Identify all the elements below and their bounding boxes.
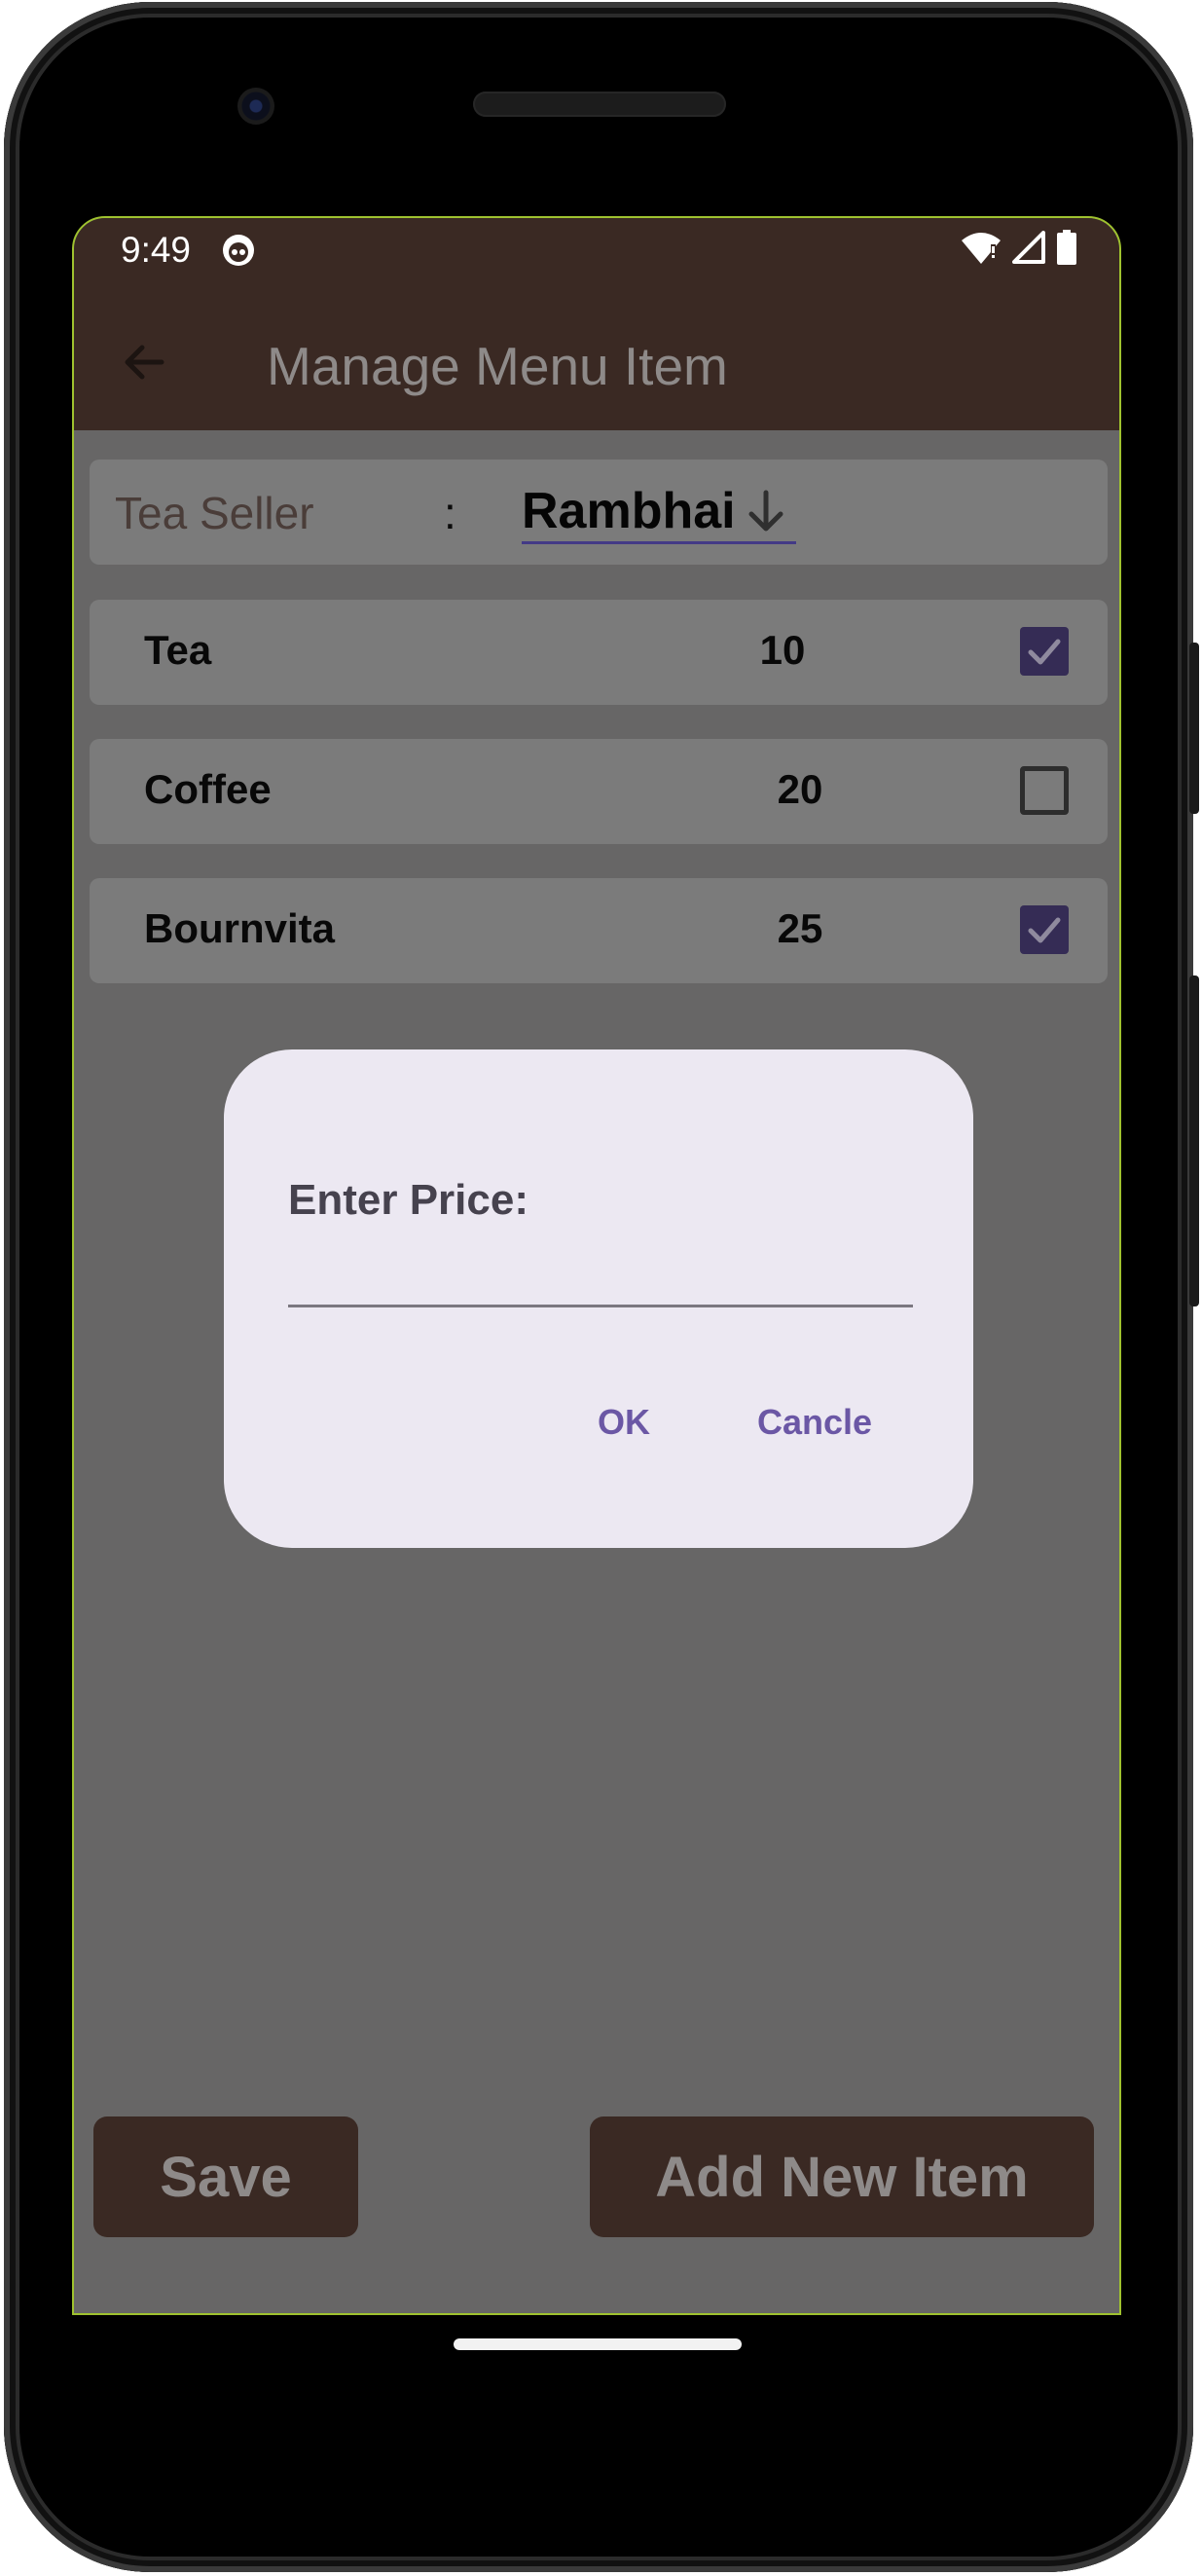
menu-item-checkbox[interactable] — [1020, 766, 1069, 815]
checkmark-icon — [1028, 639, 1061, 665]
ok-button[interactable]: OK — [598, 1402, 650, 1443]
menu-item-checkbox[interactable] — [1020, 627, 1069, 676]
add-new-item-button[interactable]: Add New Item — [590, 2116, 1094, 2237]
cancel-button[interactable]: Cancle — [757, 1402, 872, 1443]
seller-separator: : — [444, 488, 456, 538]
home-indicator[interactable] — [454, 2338, 742, 2350]
app-bar: Manage Menu Item — [74, 292, 1119, 430]
volume-button — [1189, 975, 1199, 1306]
menu-item-price: 20 — [777, 766, 823, 812]
app-notification-icon — [223, 235, 254, 266]
status-time: 9:49 — [121, 230, 192, 270]
arrow-down-icon — [748, 490, 783, 532]
seller-label: Tea Seller — [115, 488, 314, 538]
menu-item-row[interactable]: Coffee 20 — [90, 739, 1108, 844]
save-button[interactable]: Save — [93, 2116, 358, 2237]
status-bar: 9:49 — [74, 218, 1119, 292]
dialog-title: Enter Price: — [288, 1176, 528, 1224]
battery-icon — [1057, 230, 1076, 265]
menu-item-row[interactable]: Tea 10 — [90, 600, 1108, 705]
menu-item-price: 25 — [777, 905, 823, 951]
power-button — [1189, 643, 1199, 814]
front-camera — [237, 88, 274, 125]
menu-item-checkbox[interactable] — [1020, 905, 1069, 954]
menu-item-name: Bournvita — [144, 905, 336, 951]
menu-item-row[interactable]: Bournvita 25 — [90, 878, 1108, 983]
earpiece-speaker — [473, 92, 726, 117]
seller-row: Tea Seller : Rambhai — [90, 460, 1108, 565]
menu-item-price: 10 — [759, 627, 806, 673]
page-title: Manage Menu Item — [267, 336, 728, 396]
price-input[interactable] — [288, 1254, 913, 1307]
back-arrow-icon[interactable] — [117, 335, 171, 389]
system-icons — [962, 230, 1076, 265]
device-frame: 9:49 Manage Menu Item Tea Seller: Rambh… — [4, 2, 1199, 2572]
checkmark-icon — [1028, 917, 1061, 943]
wifi-icon — [962, 233, 1001, 264]
seller-selected-value: Rambhai — [522, 483, 736, 539]
menu-item-name: Tea — [144, 627, 212, 673]
enter-price-dialog: Enter Price: OK Cancle — [224, 1049, 973, 1548]
app-screen: 9:49 Manage Menu Item Tea Seller: Rambh… — [72, 216, 1121, 2315]
seller-dropdown[interactable]: Rambhai — [522, 481, 796, 544]
signal-icon — [1012, 231, 1045, 264]
menu-item-name: Coffee — [144, 766, 272, 812]
